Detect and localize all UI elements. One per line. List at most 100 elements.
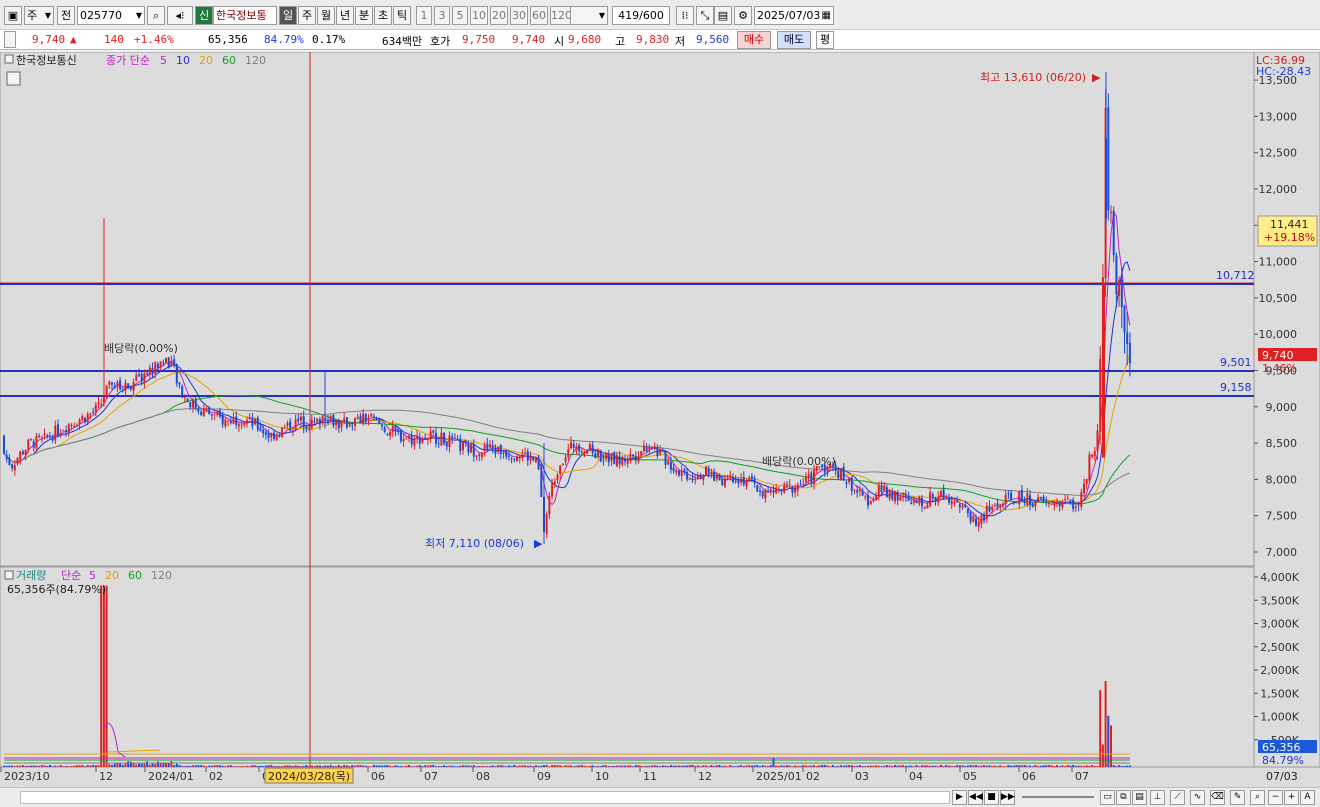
interval-button-5[interactable]: 5	[452, 6, 468, 25]
settings-icon[interactable]: ⚙	[734, 6, 752, 25]
rewind-icon[interactable]: ◀◀	[968, 790, 983, 805]
volume-bar	[564, 765, 567, 767]
volume-bar	[289, 765, 292, 767]
period-tab-5[interactable]: 초	[374, 6, 392, 25]
sell-button[interactable]: 매도	[777, 31, 811, 49]
search-icon[interactable]: ⌕	[147, 6, 165, 25]
save-icon[interactable]: ▤	[714, 6, 732, 25]
period-tab-6[interactable]: 틱	[393, 6, 411, 25]
interval-button-3[interactable]: 3	[434, 6, 450, 25]
line-icon[interactable]: ⟋	[1170, 790, 1185, 805]
interval-button-30[interactable]: 30	[510, 6, 528, 25]
volume-bar	[526, 765, 529, 767]
candle-body	[664, 450, 667, 465]
scrollbar-track[interactable]	[20, 791, 950, 804]
candle-body	[715, 475, 718, 480]
volume-bar	[462, 765, 464, 767]
volume-bar	[378, 765, 381, 767]
candle-body	[926, 504, 929, 509]
volume-bar	[318, 765, 321, 767]
interval-button-1[interactable]: 1	[416, 6, 432, 25]
calendar-icon[interactable]: ▦	[822, 7, 831, 24]
candle-body	[694, 479, 697, 481]
volume-bar	[1115, 765, 1118, 767]
volume-bar	[767, 766, 770, 767]
period-tab-2[interactable]: 월	[317, 6, 335, 25]
interval-button-10[interactable]: 10	[470, 6, 488, 25]
volume-bar	[1039, 765, 1042, 767]
zoom-slider[interactable]	[1022, 796, 1094, 798]
candle-body	[70, 424, 73, 426]
volume-bar	[119, 762, 122, 767]
candle-body	[300, 416, 302, 421]
search-icon[interactable]: ⌕	[1250, 790, 1265, 805]
fast-forward-icon[interactable]: ▶▶	[1000, 790, 1015, 805]
candle-body	[132, 382, 135, 391]
candle-body	[1023, 499, 1026, 504]
volume-bar	[691, 764, 694, 767]
candle-body	[788, 484, 791, 486]
legend-toggle-icon[interactable]	[4, 570, 14, 580]
volume-bar	[89, 765, 92, 767]
date-input[interactable]: 2025/07/03 ▦	[754, 6, 834, 25]
volume-bar	[1074, 765, 1077, 767]
window-menu-icon[interactable]: ▣	[4, 6, 22, 25]
grid-icon[interactable]	[6, 71, 21, 86]
zoom-out-icon[interactable]: −	[1268, 790, 1283, 805]
volume-bar	[961, 765, 964, 767]
wave-icon[interactable]: ∿	[1190, 790, 1205, 805]
text-tool-icon[interactable]: A	[1300, 790, 1315, 805]
prev-button[interactable]: 전	[57, 6, 75, 25]
draw-tool-icon[interactable]: ⤡	[696, 6, 714, 25]
pen-icon[interactable]: ✎	[1230, 790, 1245, 805]
interval-button-120[interactable]: 120	[550, 6, 572, 25]
zoom-in-icon[interactable]: +	[1284, 790, 1299, 805]
chart-type-icon[interactable]: ▭	[1100, 790, 1115, 805]
candle-body	[1020, 489, 1023, 502]
volume-tick-label: 3,500K	[1260, 594, 1299, 607]
chart-area[interactable]: 13,50013,00012,50012,00011,50011,00010,5…	[0, 51, 1320, 787]
candle-body	[764, 490, 767, 499]
stop-icon[interactable]: ■	[984, 790, 999, 805]
volume-bar	[1007, 765, 1010, 767]
volume-bar	[534, 765, 537, 767]
play-icon[interactable]: ▶	[952, 790, 967, 805]
status-bar: ▶ ◀◀ ■ ▶▶ ▭ ⧉ ▤ ⊥ ⟋ ∿ ⌫ ✎ ⌕ − + A	[0, 787, 1320, 807]
period-tab-1[interactable]: 주	[298, 6, 316, 25]
candle-type-icon[interactable]: ⁞⁝	[676, 6, 694, 25]
interval-button-60[interactable]: 60	[530, 6, 548, 25]
period-tab-0[interactable]: 일	[279, 6, 297, 25]
print-icon[interactable]: ▤	[1132, 790, 1147, 805]
volume-bar	[705, 765, 707, 767]
volume-bar	[718, 764, 721, 767]
count-field[interactable]: 419/600	[612, 6, 670, 25]
volume-legend-name: 거래량	[16, 569, 46, 582]
candle-body	[732, 477, 734, 482]
speaker-icon[interactable]: ◂⁝	[167, 6, 193, 25]
quote-toggle-icon[interactable]	[4, 31, 16, 48]
price-chart[interactable]: 13,50013,00012,50012,00011,50011,00010,5…	[0, 51, 1320, 787]
indicator-icon[interactable]: ⊥	[1150, 790, 1165, 805]
candle-body	[1047, 502, 1050, 505]
flat-button[interactable]: 평	[816, 31, 834, 49]
copy-icon[interactable]: ⧉	[1116, 790, 1131, 805]
candle-body	[891, 491, 894, 500]
stock-code-input[interactable]: 025770 ▼	[77, 6, 145, 25]
legend-toggle-icon[interactable]	[4, 54, 14, 64]
eraser-icon[interactable]: ⌫	[1210, 790, 1225, 805]
volume-bar	[861, 766, 864, 767]
date-label: 05	[963, 770, 977, 783]
interval-select[interactable]: ▼	[570, 6, 608, 25]
candle-body	[794, 488, 797, 493]
volume-bar	[146, 761, 149, 767]
volume-bar	[11, 765, 14, 767]
candle-body	[3, 435, 5, 454]
market-select[interactable]: 주 ▼	[24, 6, 54, 25]
candle-body	[904, 494, 907, 498]
period-tab-3[interactable]: 년	[336, 6, 354, 25]
price-panel[interactable]	[0, 51, 1255, 567]
volume-panel[interactable]	[0, 566, 1255, 768]
period-tab-4[interactable]: 분	[355, 6, 373, 25]
buy-button[interactable]: 매수	[737, 31, 771, 49]
interval-button-20[interactable]: 20	[490, 6, 508, 25]
